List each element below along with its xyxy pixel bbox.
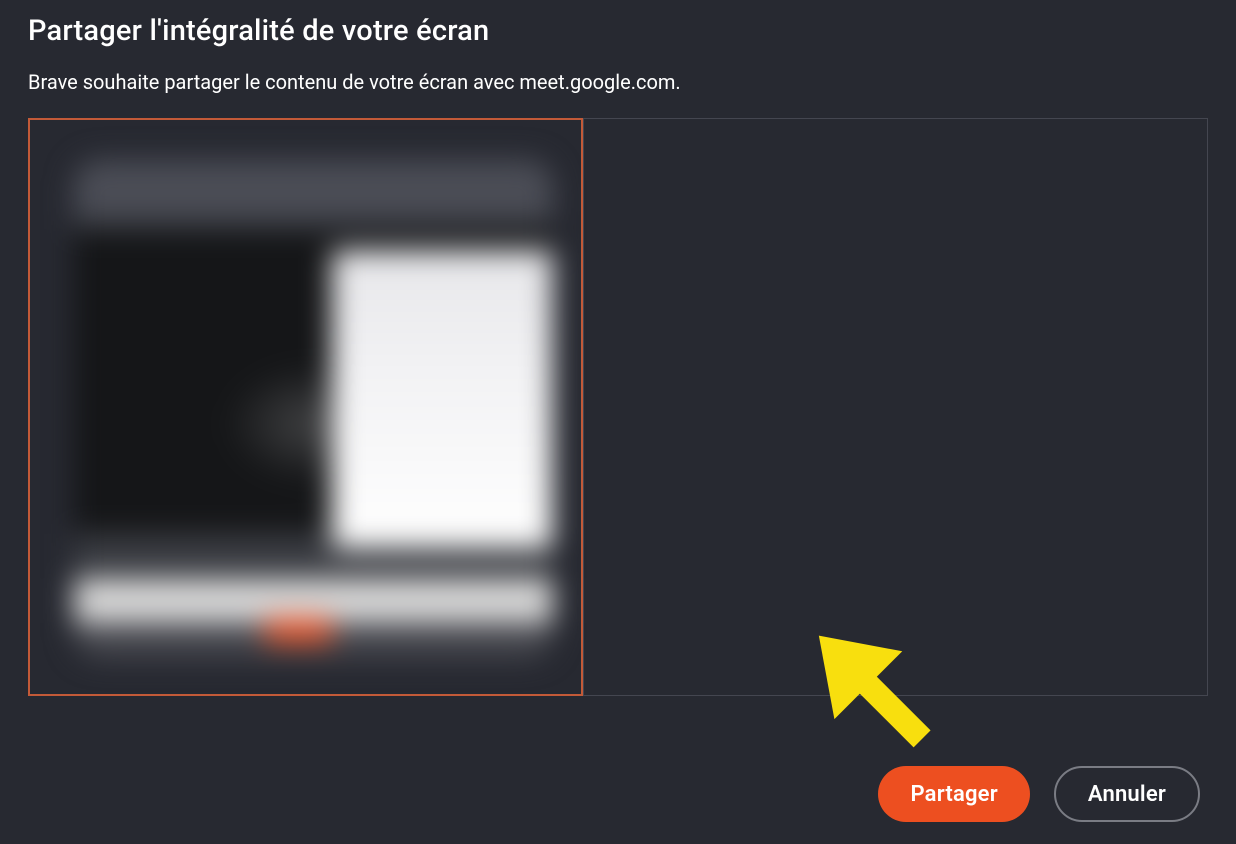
screen-preview-grid (28, 118, 1208, 696)
dialog-subtitle: Brave souhaite partager le contenu de vo… (28, 70, 1208, 94)
screen-thumbnail (74, 160, 553, 658)
cancel-button[interactable]: Annuler (1054, 766, 1200, 822)
dialog-button-row: Partager Annuler (878, 766, 1200, 822)
screen-preview-2[interactable] (583, 118, 1208, 696)
dialog-title: Partager l'intégralité de votre écran (28, 14, 1208, 48)
screen-preview-1[interactable] (28, 118, 583, 696)
share-button[interactable]: Partager (878, 766, 1029, 822)
